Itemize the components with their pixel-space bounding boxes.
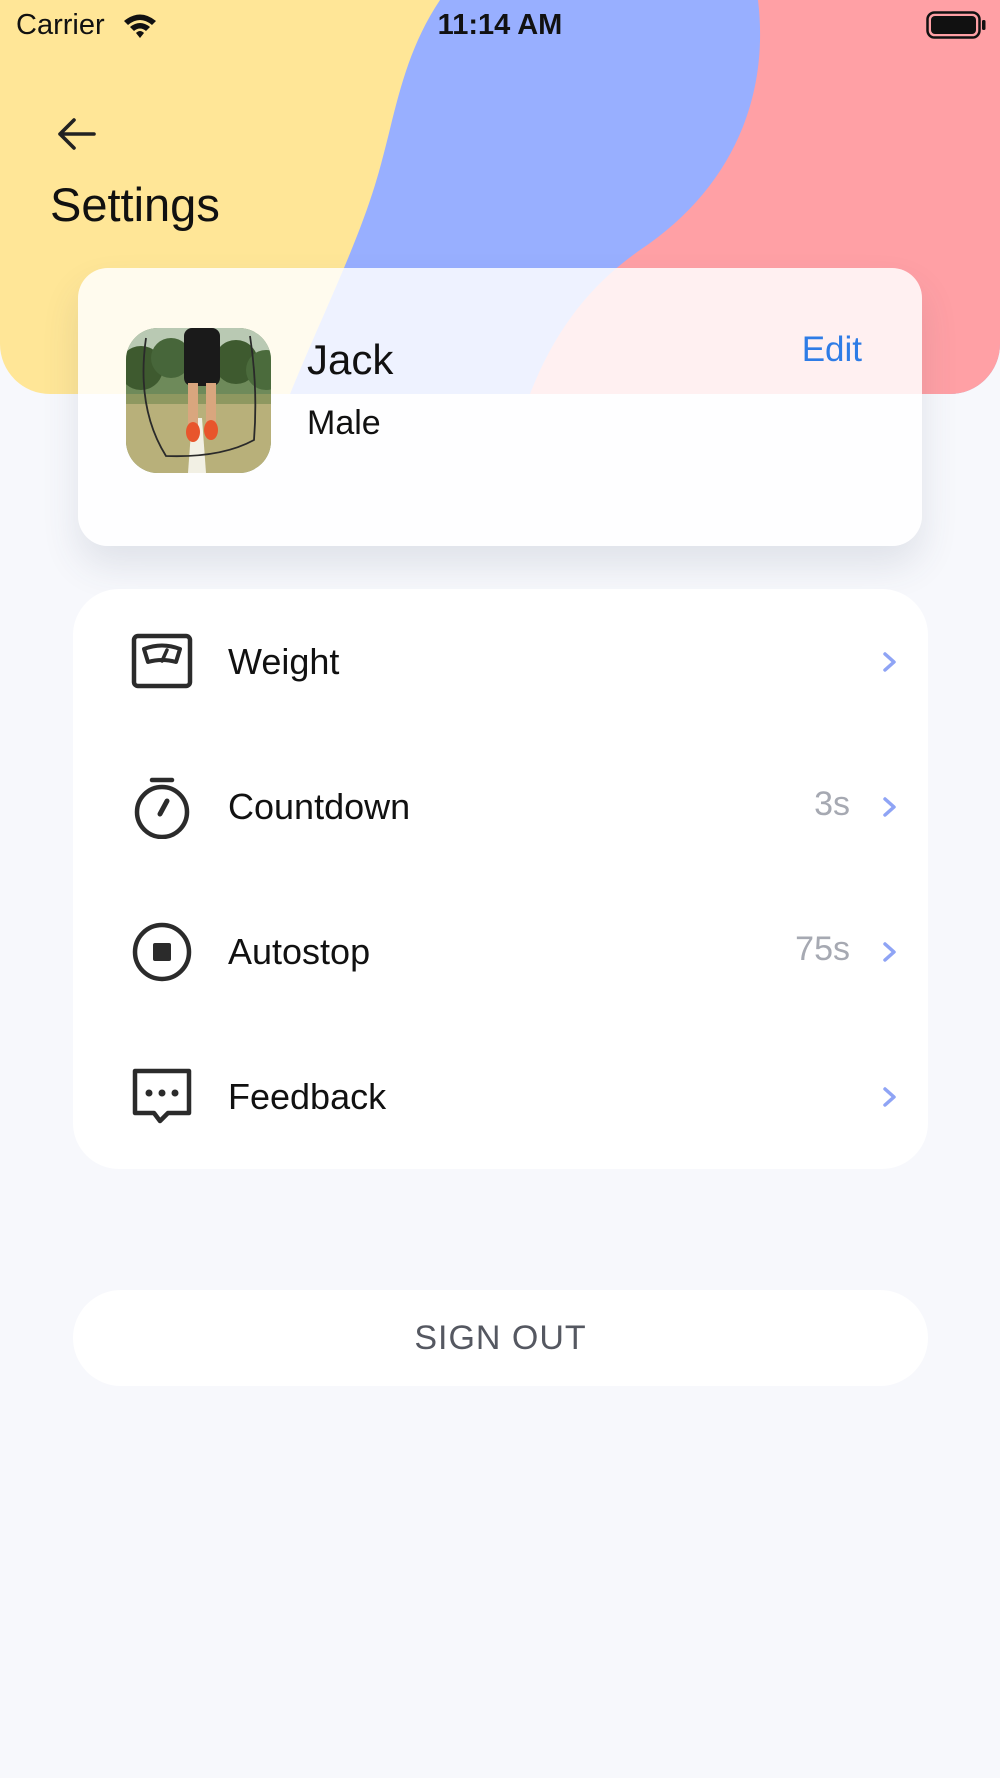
settings-item-label: Autostop — [228, 931, 371, 972]
stopwatch-icon — [134, 777, 190, 839]
settings-item-value: 3s — [814, 785, 850, 823]
sign-out-button[interactable]: SIGN OUT — [73, 1290, 928, 1386]
chevron-right-icon — [883, 942, 896, 962]
message-bubble-icon — [132, 1068, 192, 1124]
edit-profile-button[interactable]: Edit — [802, 330, 862, 370]
back-arrow-icon[interactable] — [52, 110, 100, 158]
settings-item-feedback[interactable]: Feedback — [73, 1024, 928, 1169]
settings-item-label: Countdown — [228, 786, 411, 827]
chevron-right-icon — [883, 652, 896, 672]
status-bar: Carrier 11:14 AM — [0, 0, 1000, 50]
settings-list: Weight Countdown 3s Autostop 75s Feedbac… — [73, 589, 928, 1169]
avatar — [126, 328, 271, 473]
settings-item-weight[interactable]: Weight — [73, 589, 928, 734]
settings-item-value: 75s — [795, 930, 850, 968]
settings-item-countdown[interactable]: Countdown 3s — [73, 734, 928, 879]
settings-item-label: Weight — [228, 641, 340, 682]
user-gender: Male — [307, 404, 381, 442]
profile-card: Jack Male Edit — [78, 268, 922, 546]
scale-icon — [131, 633, 193, 689]
user-name: Jack — [307, 336, 394, 383]
chevron-right-icon — [883, 797, 896, 817]
chevron-right-icon — [883, 1087, 896, 1107]
settings-item-label: Feedback — [228, 1076, 387, 1117]
clock: 11:14 AM — [437, 9, 563, 41]
stop-circle-icon — [132, 922, 192, 982]
settings-item-autostop[interactable]: Autostop 75s — [73, 879, 928, 1024]
battery-icon — [926, 11, 986, 39]
page-title: Settings — [50, 178, 220, 231]
